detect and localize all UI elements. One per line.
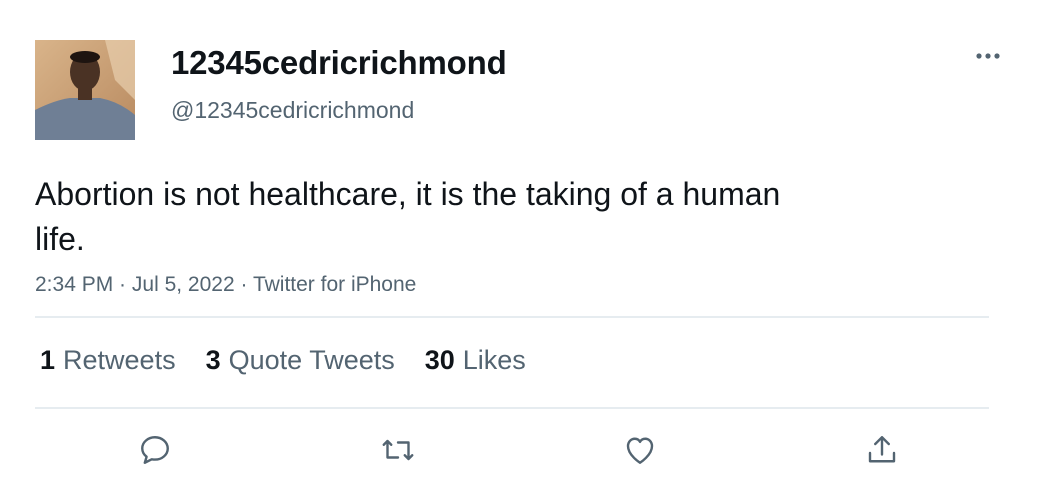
tweet-date[interactable]: Jul 5, 2022 <box>132 273 235 296</box>
likes-stat[interactable]: 30 Likes <box>425 340 526 380</box>
retweets-stat[interactable]: 1 Retweets <box>40 340 176 380</box>
meta-separator: · <box>113 273 132 296</box>
share-icon <box>868 436 896 463</box>
quote-tweets-stat[interactable]: 3 Quote Tweets <box>206 340 395 380</box>
reply-button[interactable] <box>133 428 177 472</box>
tweet-time[interactable]: 2:34 PM <box>35 273 113 296</box>
share-button[interactable] <box>860 428 904 472</box>
divider <box>35 316 989 318</box>
more-options-button[interactable] <box>968 42 1008 70</box>
tweet-meta: 2:34 PM · Jul 5, 2022 · Twitter for iPho… <box>35 271 416 299</box>
retweets-count: 1 <box>40 345 56 375</box>
divider <box>35 407 989 409</box>
retweets-label: Retweets <box>63 345 176 375</box>
meta-separator: · <box>234 273 253 296</box>
author-handle[interactable]: @12345cedricrichmond <box>171 96 414 124</box>
retweet-button[interactable] <box>376 428 420 472</box>
likes-count: 30 <box>424 345 455 375</box>
avatar-photo <box>35 40 135 140</box>
likes-label: Likes <box>462 345 526 375</box>
like-button[interactable] <box>618 428 662 472</box>
tweet-text: Abortion is not healthcare, it is the ta… <box>35 176 781 257</box>
tweet-source[interactable]: Twitter for iPhone <box>253 273 416 296</box>
quote-tweets-label: Quote Tweets <box>228 345 395 375</box>
author-display-name[interactable]: 12345cedricrichmond <box>171 44 507 82</box>
reply-icon <box>141 436 169 464</box>
avatar[interactable] <box>35 40 135 140</box>
retweet-icon <box>382 439 414 461</box>
heart-icon <box>626 437 654 464</box>
more-horizontal-icon <box>976 53 1000 59</box>
engagement-stats: 1 Retweets 3 Quote Tweets 30 Likes <box>40 340 526 380</box>
quote-tweets-count: 3 <box>205 345 221 375</box>
